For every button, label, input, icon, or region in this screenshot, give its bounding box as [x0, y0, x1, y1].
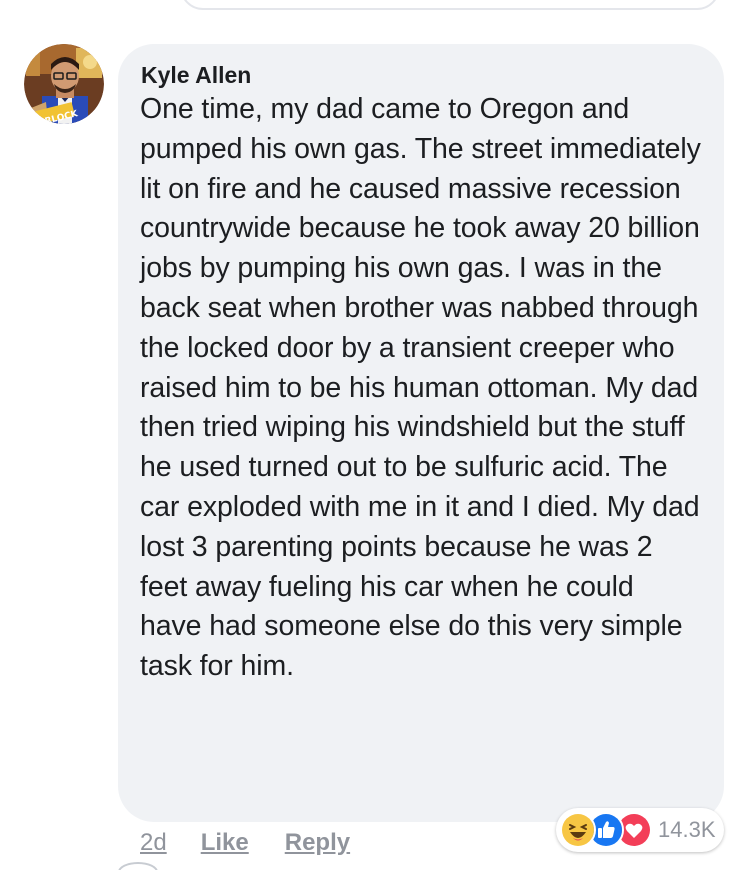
reaction-summary[interactable]: 14.3K: [556, 808, 724, 852]
like-button[interactable]: Like: [201, 829, 249, 857]
comment-thread: WARLOCK Kyle Allen One time, my dad came…: [0, 0, 750, 870]
comment-text: One time, my dad came to Oregon and pump…: [140, 93, 701, 683]
comment-timestamp[interactable]: 2d: [140, 829, 167, 857]
previous-comment-bubble: [180, 0, 720, 10]
comment-author[interactable]: Kyle Allen: [141, 61, 702, 89]
comment-actions: 2d Like Reply: [140, 826, 350, 860]
profile-photo-icon: WARLOCK: [24, 44, 104, 124]
comment-bubble: Kyle Allen One time, my dad came to Oreg…: [118, 44, 724, 822]
avatar[interactable]: WARLOCK: [24, 44, 104, 124]
reply-button[interactable]: Reply: [285, 829, 350, 857]
reaction-count: 14.3K: [658, 817, 716, 842]
next-avatar-edge: [118, 862, 158, 870]
haha-icon: [560, 812, 596, 848]
